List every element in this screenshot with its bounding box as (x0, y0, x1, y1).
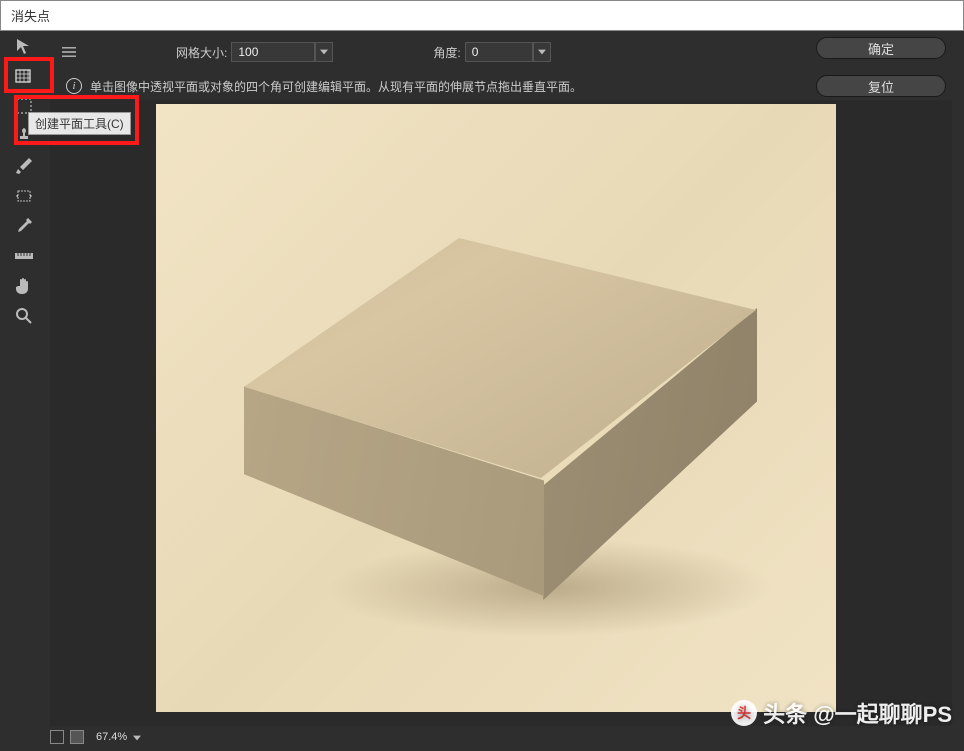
zoom-level[interactable]: 67.4% (96, 731, 127, 743)
angle-dropdown[interactable] (533, 42, 551, 62)
angle-label: 角度: (433, 44, 460, 61)
watermark-text: 头条 @一起聊聊PS (763, 697, 952, 729)
watermark: 头 头条 @一起聊聊PS (731, 697, 952, 729)
window-title: 消失点 (11, 6, 50, 25)
eyedropper-tool[interactable] (6, 212, 42, 240)
edit-plane-tool[interactable] (6, 32, 42, 60)
zoom-dropdown-icon[interactable] (133, 730, 141, 744)
grid-size-input[interactable]: 100 (231, 42, 315, 62)
angle-input[interactable]: 0 (465, 42, 533, 62)
options-row-2: i 单击图像中透视平面或对象的四个角可创建编辑平面。从现有平面的伸展节点拖出垂直… (50, 75, 582, 97)
view-mode-icon[interactable] (50, 730, 64, 744)
brush-tool[interactable] (6, 152, 42, 180)
transform-tool[interactable] (6, 182, 42, 210)
canvas-area[interactable] (50, 100, 952, 726)
create-plane-tool[interactable] (6, 62, 42, 90)
flyout-menu-icon[interactable] (62, 45, 76, 59)
measure-tool[interactable] (6, 242, 42, 270)
options-bar: 网格大小: 100 角度: 0 i 单击图像中透视平面或对象的四个角可创建编辑平… (0, 31, 964, 99)
document-canvas[interactable] (156, 104, 836, 712)
options-row-1: 网格大小: 100 角度: 0 (0, 41, 551, 63)
reset-button[interactable]: 复位 (816, 75, 946, 97)
title-bar: 消失点 (0, 0, 964, 31)
hint-text: 单击图像中透视平面或对象的四个角可创建编辑平面。从现有平面的伸展节点拖出垂直平面… (90, 78, 582, 95)
ok-button[interactable]: 确定 (816, 37, 946, 59)
grid-size-label: 网格大小: (176, 44, 227, 61)
tooltip-create-plane: 创建平面工具(C) (28, 112, 131, 135)
hand-tool[interactable] (6, 272, 42, 300)
zoom-tool[interactable] (6, 302, 42, 330)
view-mode-icon-2[interactable] (70, 730, 84, 744)
watermark-logo-icon: 头 (731, 700, 757, 726)
box-illustration (244, 238, 756, 598)
status-bar: 67.4% (50, 727, 141, 747)
grid-size-dropdown[interactable] (315, 42, 333, 62)
toolbar (6, 32, 46, 332)
info-icon: i (66, 78, 82, 94)
